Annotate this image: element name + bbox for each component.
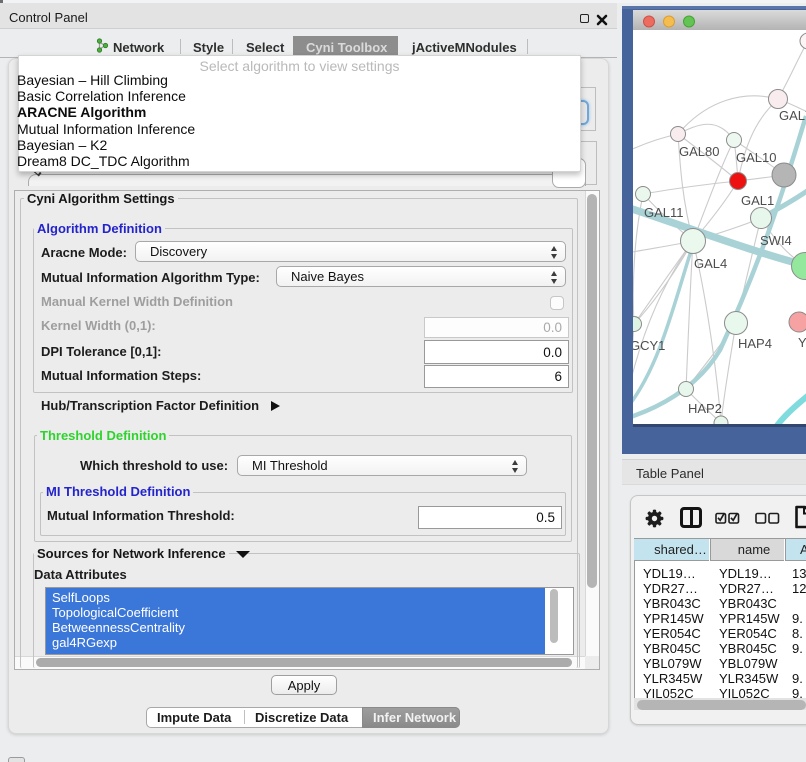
svg-text:GAL11: GAL11 xyxy=(644,205,684,220)
svg-text:SWI4: SWI4 xyxy=(760,233,792,248)
svg-text:GAL4: GAL4 xyxy=(694,256,727,271)
svg-text:GAL7: GAL7 xyxy=(779,108,806,123)
svg-text:HAP4: HAP4 xyxy=(738,336,772,351)
svg-text:GAL80: GAL80 xyxy=(679,144,719,159)
svg-text:GAL1: GAL1 xyxy=(741,193,774,208)
svg-text:HAP2: HAP2 xyxy=(688,401,722,416)
svg-text:GAL10: GAL10 xyxy=(736,150,776,165)
svg-text:Y: Y xyxy=(798,335,806,350)
svg-text:GCY1: GCY1 xyxy=(630,338,665,353)
